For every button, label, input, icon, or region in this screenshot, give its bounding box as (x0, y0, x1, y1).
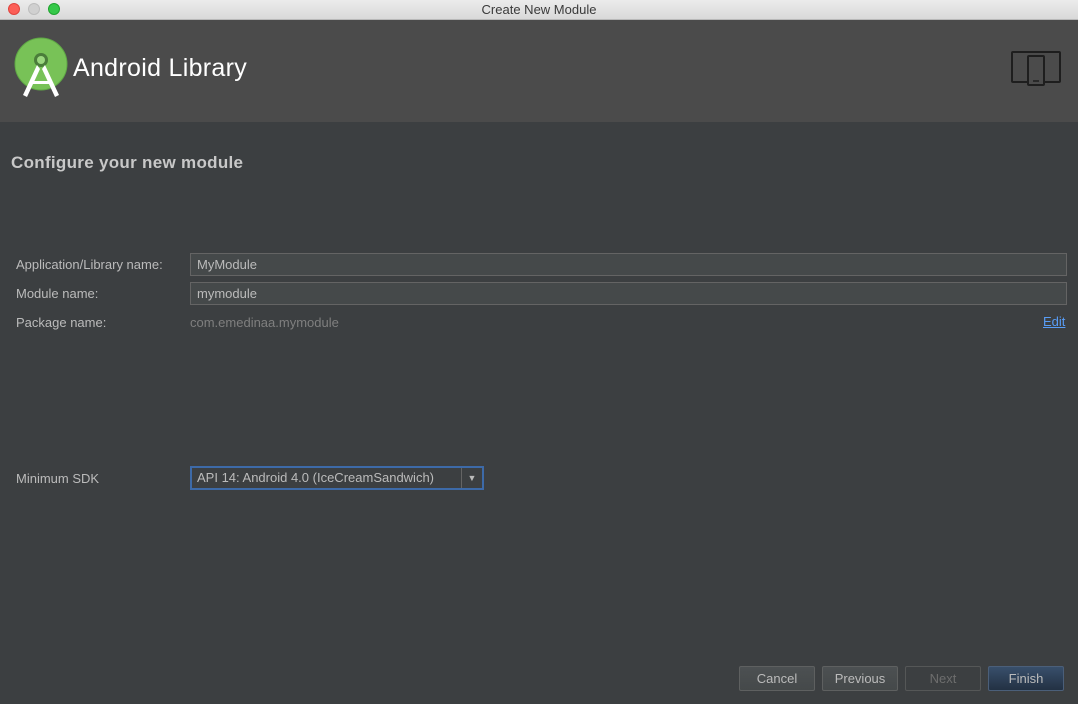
cancel-button[interactable]: Cancel (739, 666, 815, 691)
app-name-input[interactable]: MyModule (190, 253, 1067, 276)
app-name-label: Application/Library name: (16, 257, 163, 272)
next-button[interactable]: Next (905, 666, 981, 691)
package-name-value: com.emedinaa.mymodule (190, 315, 339, 330)
section-title: Configure your new module (11, 153, 244, 172)
min-sdk-label: Minimum SDK (16, 471, 100, 486)
window-title: Create New Module (481, 2, 597, 17)
android-studio-logo-icon (14, 37, 68, 97)
module-name-input[interactable]: mymodule (190, 282, 1067, 305)
create-module-dialog: Create New Module Android Library Config… (0, 0, 1078, 704)
tablet-phone-icon (1011, 51, 1061, 86)
min-sdk-selected-value: API 14: Android 4.0 (IceCreamSandwich) (192, 468, 462, 488)
finish-button[interactable]: Finish (988, 666, 1064, 691)
previous-button[interactable]: Previous (822, 666, 898, 691)
title-bar: Create New Module (0, 0, 1078, 20)
header-banner: Android Library (0, 20, 1078, 122)
edit-package-link[interactable]: Edit (1043, 314, 1065, 329)
min-sdk-dropdown[interactable]: API 14: Android 4.0 (IceCreamSandwich) ▼ (190, 466, 484, 490)
dropdown-arrow-icon[interactable]: ▼ (462, 468, 482, 488)
module-name-label: Module name: (16, 286, 99, 301)
package-name-label: Package name: (16, 315, 107, 330)
header-title: Android Library (73, 54, 248, 82)
